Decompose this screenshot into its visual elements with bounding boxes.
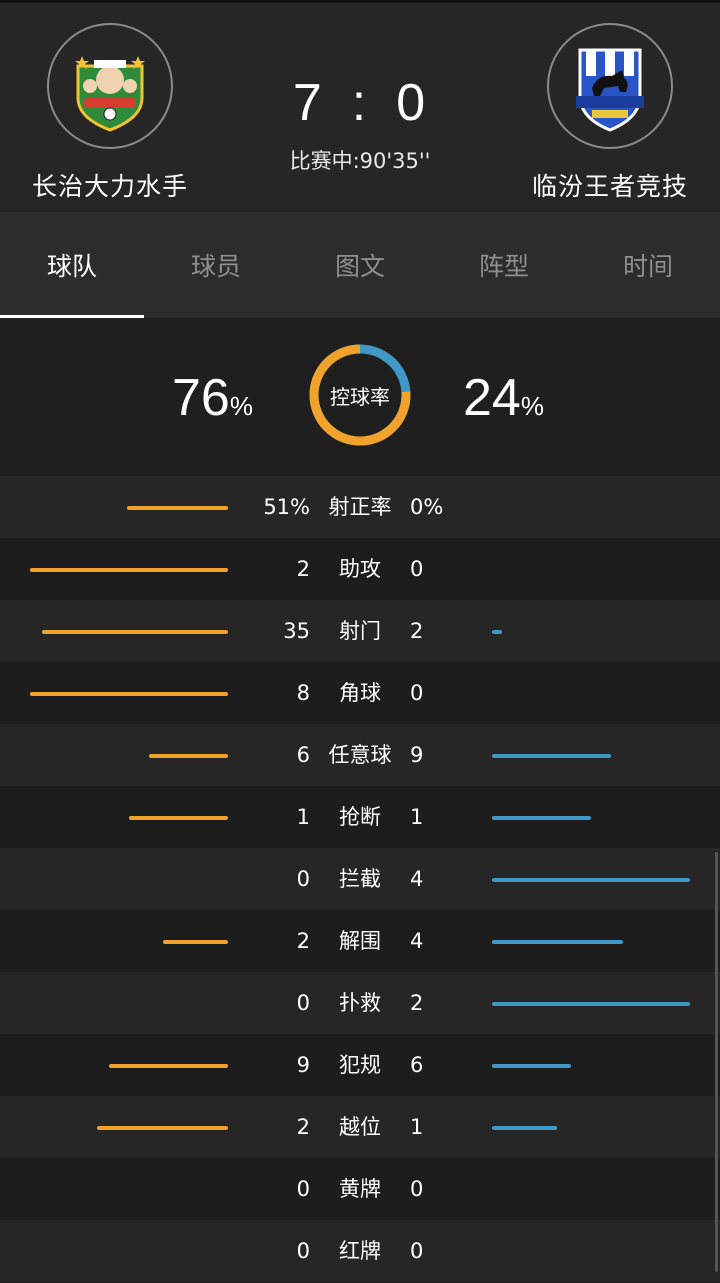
- stat-row: 8 角球 0: [0, 662, 720, 724]
- away-stat-value: 9: [410, 743, 424, 767]
- tab-team[interactable]: 球队: [0, 212, 144, 318]
- away-possession-value: 24: [463, 369, 521, 427]
- home-stat-bar: [30, 692, 228, 696]
- away-stat-value: 2: [410, 619, 424, 643]
- home-stat-value: 2: [296, 929, 310, 953]
- stat-row: 0 红牌 0: [0, 1220, 720, 1282]
- home-stat-value: 0: [296, 867, 310, 891]
- away-stat-bar: [492, 1126, 557, 1130]
- stat-label: 拦截: [339, 867, 381, 891]
- home-stat-value: 8: [296, 681, 310, 705]
- tab-text-live[interactable]: 图文: [288, 212, 432, 318]
- home-stat-value: 51%: [263, 495, 310, 519]
- away-stat-value: 4: [410, 867, 424, 891]
- tab-bar: 球队 球员 图文 阵型 时间: [0, 212, 720, 318]
- stat-row: 35 射门 2: [0, 600, 720, 662]
- stat-label: 犯规: [339, 1053, 381, 1077]
- stat-row: 0 黄牌 0: [0, 1158, 720, 1220]
- home-stat-value: 35: [283, 619, 310, 643]
- home-stat-value: 2: [296, 557, 310, 581]
- stat-row: 9 犯规 6: [0, 1034, 720, 1096]
- scrollbar[interactable]: [715, 852, 718, 1272]
- home-score: 7: [292, 74, 324, 132]
- stat-label: 越位: [339, 1115, 381, 1139]
- stat-row: 2 助攻 0: [0, 538, 720, 600]
- away-stat-value: 4: [410, 929, 424, 953]
- tab-formation[interactable]: 阵型: [432, 212, 576, 318]
- home-stat-bar: [149, 754, 228, 758]
- away-stat-bar: [492, 754, 611, 758]
- away-stat-value: 0: [410, 1239, 424, 1263]
- away-possession: 24%: [463, 368, 544, 428]
- home-stat-bar: [127, 506, 228, 510]
- stat-label: 抢断: [339, 805, 381, 829]
- stat-label: 任意球: [328, 743, 392, 767]
- stat-row: 1 抢断 1: [0, 786, 720, 848]
- away-team-name: 临汾王者竞技: [531, 172, 688, 201]
- home-possession: 76%: [172, 368, 253, 428]
- away-team[interactable]: 临汾王者竞技: [500, 23, 720, 203]
- home-stat-bar: [97, 1126, 228, 1130]
- home-stat-bar: [30, 568, 228, 572]
- stats-list: 51% 射正率 0% 2 助攻 0 35 射门 2 8 角球 0 6 任意球 9 1 抢断 1 0 拦截 4 2 解围 4 0 扑…: [0, 476, 720, 1282]
- home-stat-value: 2: [296, 1115, 310, 1139]
- horse-shield-badge-icon: [576, 48, 644, 132]
- stat-label: 射正率: [328, 495, 392, 519]
- away-team-logo: [547, 23, 673, 149]
- away-stat-bar: [492, 940, 623, 944]
- home-possession-value: 76: [172, 369, 230, 427]
- away-stat-value: 2: [410, 991, 424, 1015]
- away-stat-bar: [492, 816, 591, 820]
- home-stat-value: 0: [296, 1177, 310, 1201]
- away-stat-bar: [492, 1002, 690, 1006]
- home-stat-value: 9: [296, 1053, 310, 1077]
- match-header: 长治大力水手 7:0 比赛中:90'35'' 临汾王者竞技: [0, 0, 720, 212]
- stat-row: 2 越位 1: [0, 1096, 720, 1158]
- stat-label: 红牌: [339, 1239, 381, 1263]
- away-stat-value: 0: [410, 681, 424, 705]
- stat-row: 0 拦截 4: [0, 848, 720, 910]
- possession-label: 控球率: [330, 384, 390, 409]
- away-stat-value: 0: [410, 1177, 424, 1201]
- away-stat-value: 6: [410, 1053, 424, 1077]
- possession-panel: 76% 控球率 24%: [0, 318, 720, 476]
- home-stat-bar: [109, 1064, 228, 1068]
- stat-label: 扑救: [339, 991, 381, 1015]
- home-stat-value: 1: [296, 805, 310, 829]
- home-stat-bar: [163, 940, 228, 944]
- home-stat-value: 6: [296, 743, 310, 767]
- stat-label: 助攻: [339, 557, 381, 581]
- stat-label: 角球: [339, 681, 381, 705]
- stat-row: 51% 射正率 0%: [0, 476, 720, 538]
- away-stat-bar: [492, 878, 690, 882]
- stat-row: 6 任意球 9: [0, 724, 720, 786]
- score-separator: :: [351, 74, 369, 132]
- away-score: 0: [396, 74, 428, 132]
- home-stat-value: 0: [296, 1239, 310, 1263]
- away-stat-bar: [492, 630, 502, 634]
- home-stat-bar: [129, 816, 228, 820]
- stat-label: 解围: [339, 929, 381, 953]
- home-stat-bar: [42, 630, 228, 634]
- away-stat-bar: [492, 1064, 571, 1068]
- away-stat-value: 1: [410, 1115, 424, 1139]
- tab-timeline[interactable]: 时间: [576, 212, 720, 318]
- away-stat-value: 0%: [410, 495, 444, 519]
- away-stat-value: 1: [410, 805, 424, 829]
- away-possession-unit: %: [520, 391, 544, 421]
- stat-row: 0 扑救 2: [0, 972, 720, 1034]
- home-possession-unit: %: [229, 391, 253, 421]
- tab-players[interactable]: 球员: [144, 212, 288, 318]
- home-stat-value: 0: [296, 991, 310, 1015]
- away-stat-value: 0: [410, 557, 424, 581]
- stat-label: 黄牌: [339, 1177, 381, 1201]
- stat-label: 射门: [339, 619, 381, 643]
- stat-row: 2 解围 4: [0, 910, 720, 972]
